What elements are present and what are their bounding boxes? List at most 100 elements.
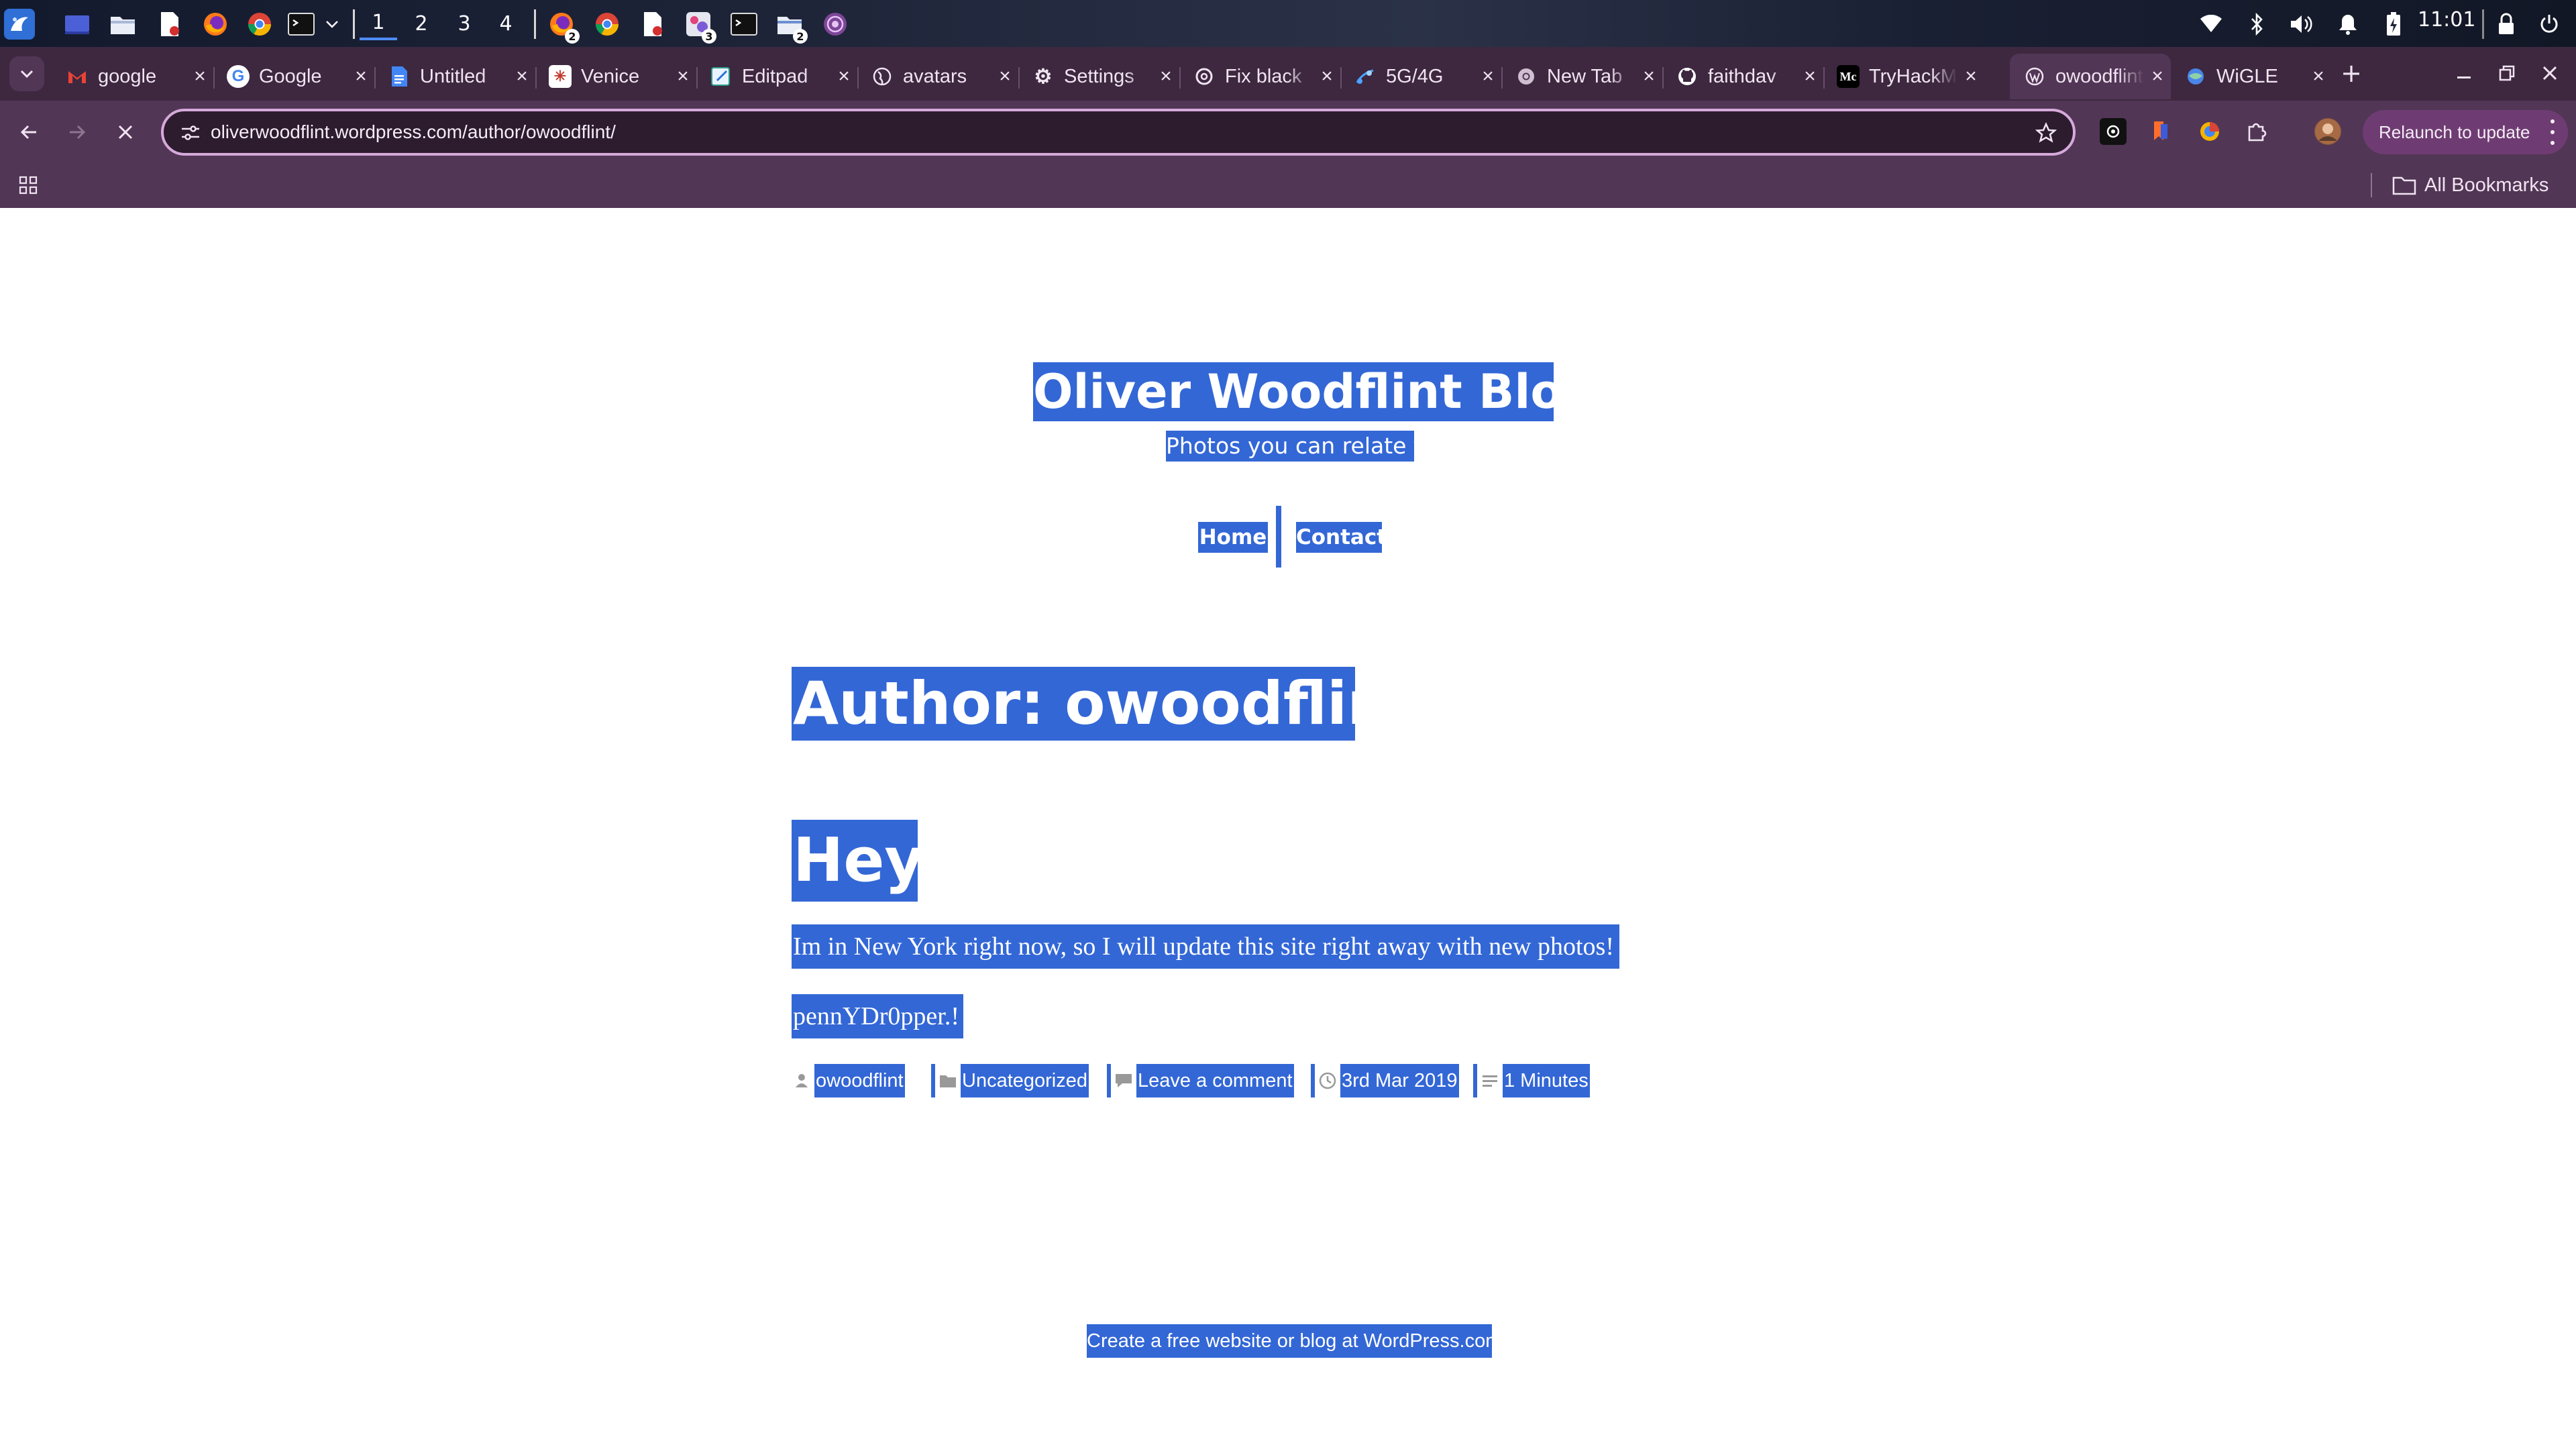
new-tab-button[interactable]: +	[2334, 56, 2368, 90]
footer-credit-link[interactable]: Create a free website or blog at WordPre…	[1087, 1324, 1507, 1358]
close-icon[interactable]: ×	[508, 65, 535, 88]
clock[interactable]: 11:01	[2418, 8, 2475, 32]
post-paragraph: pennYDr0pper.!	[792, 994, 963, 1038]
github-icon	[1676, 65, 1699, 88]
wifi-icon[interactable]	[2198, 11, 2224, 38]
minimize-icon[interactable]	[2447, 56, 2481, 90]
tab-editpad[interactable]: Editpad ×	[696, 54, 857, 99]
taskbar-tor-browser[interactable]	[820, 9, 851, 40]
profile-avatar-icon[interactable]	[2314, 118, 2341, 145]
extension-ai-icon[interactable]	[2100, 118, 2127, 145]
tab-title: Fix black	[1225, 65, 1302, 87]
post-date-link[interactable]: 3rd Mar 2019	[1340, 1064, 1459, 1097]
extension-bookmark-icon[interactable]	[2147, 118, 2174, 145]
apps-grid-icon[interactable]	[13, 170, 43, 200]
chevron-down-icon[interactable]	[321, 9, 343, 40]
tab-google-docs[interactable]: Untitled ×	[374, 54, 535, 99]
close-icon[interactable]: ×	[1474, 65, 1501, 88]
back-button[interactable]	[11, 114, 47, 150]
close-icon[interactable]	[2533, 56, 2567, 90]
folder-icon	[2392, 176, 2416, 195]
volume-icon[interactable]	[2288, 11, 2314, 38]
taskbar-terminal[interactable]	[729, 9, 759, 40]
arrow-left-icon	[20, 125, 36, 140]
restore-icon[interactable]	[2490, 56, 2524, 90]
all-bookmarks-button[interactable]: All Bookmarks	[2392, 170, 2548, 200]
close-icon[interactable]: ×	[1152, 65, 1179, 88]
tab-settings[interactable]: ⚙ Settings ×	[1018, 54, 1179, 99]
url-text[interactable]: oliverwoodflint.wordpress.com/author/owo…	[211, 121, 616, 143]
tab-5g-4g[interactable]: 5G/4G ×	[1340, 54, 1501, 99]
tab-new-tab[interactable]: New Tab ×	[1501, 54, 1662, 99]
relaunch-to-update-button[interactable]: Relaunch to update	[2363, 110, 2568, 154]
taskbar-file-manager[interactable]: 2	[774, 9, 808, 44]
post-meta-comments[interactable]: Leave a comment	[1107, 1064, 1294, 1097]
google-icon: G	[227, 65, 250, 88]
workspace-2[interactable]: 2	[402, 7, 440, 40]
tab-google[interactable]: G Google ×	[213, 54, 374, 99]
extensions-puzzle-icon[interactable]	[2243, 118, 2270, 145]
stop-loading-button[interactable]	[107, 114, 144, 150]
lock-icon[interactable]	[2493, 11, 2520, 38]
bookmarks-separator	[2371, 173, 2372, 197]
close-icon[interactable]: ×	[1635, 65, 1662, 88]
tab-gmail[interactable]: google ×	[52, 54, 213, 99]
tab-github[interactable]: faithdav ×	[1662, 54, 1823, 99]
site-info-icon[interactable]	[177, 119, 204, 146]
close-icon[interactable]: ×	[2305, 65, 2332, 88]
taskbar-chrome[interactable]	[592, 9, 623, 40]
bookmark-star-icon[interactable]	[2033, 119, 2059, 146]
window-count-badge: 2	[565, 29, 580, 44]
close-icon[interactable]: ×	[669, 65, 696, 88]
app-launcher-icon[interactable]	[4, 9, 35, 40]
post-author-link[interactable]: owoodflint	[814, 1064, 905, 1097]
address-bar[interactable]: oliverwoodflint.wordpress.com/author/owo…	[161, 109, 2076, 156]
firefox-icon[interactable]	[200, 9, 231, 40]
medium-icon: Mc	[1837, 65, 1860, 88]
extension-color-icon[interactable]	[2196, 118, 2223, 145]
workspace-4[interactable]: 4	[487, 7, 525, 40]
taskbar-firefox[interactable]: 2	[546, 9, 580, 44]
post-category-link[interactable]: Uncategorized	[961, 1064, 1089, 1097]
tab-owoodflint-active[interactable]: owoodflint ×	[2010, 54, 2171, 99]
tab-tryhackme[interactable]: Mc TryHackMe ×	[1823, 54, 1984, 99]
post-meta-date[interactable]: 3rd Mar 2019	[1311, 1064, 1459, 1097]
taskbar-image-viewer[interactable]: 3	[683, 9, 716, 44]
power-icon[interactable]	[2536, 11, 2563, 38]
tab-avatars[interactable]: avatars ×	[857, 54, 1018, 99]
os-top-panel: 1 2 3 4 2 3 2 11:01	[0, 0, 2576, 47]
nav-link-contact[interactable]: Contact	[1296, 522, 1387, 553]
nav-link-home[interactable]: Home	[1198, 522, 1268, 553]
close-icon[interactable]: ×	[991, 65, 1018, 88]
notifications-icon[interactable]	[2334, 11, 2361, 38]
tab-fix-black[interactable]: Fix black ×	[1179, 54, 1340, 99]
post-meta-category[interactable]: Uncategorized	[931, 1064, 1089, 1097]
desktop-icon[interactable]	[62, 9, 93, 40]
close-icon[interactable]: ×	[830, 65, 857, 88]
browser-tab-strip: google × G Google × Untitled × ✳ Venice …	[0, 47, 2576, 101]
leave-comment-link[interactable]: Leave a comment	[1136, 1064, 1294, 1097]
post-meta-author[interactable]: owoodflint	[792, 1064, 905, 1097]
tab-title: Venice	[581, 65, 640, 87]
file-manager-icon[interactable]	[107, 9, 138, 40]
terminal-icon[interactable]	[286, 9, 317, 40]
document-viewer-icon[interactable]	[154, 9, 185, 40]
tab-venice[interactable]: ✳ Venice ×	[535, 54, 696, 99]
site-title[interactable]: Oliver Woodflint Blog	[1033, 362, 1597, 421]
bluetooth-icon[interactable]	[2243, 11, 2270, 38]
forward-button[interactable]	[59, 114, 95, 150]
workspace-3[interactable]: 3	[445, 7, 483, 40]
close-icon[interactable]: ×	[2144, 65, 2171, 88]
battery-charging-icon[interactable]	[2380, 11, 2407, 38]
chrome-icon[interactable]	[244, 9, 275, 40]
close-icon[interactable]: ×	[1957, 65, 1984, 88]
close-icon[interactable]: ×	[186, 65, 213, 88]
taskbar-document-viewer[interactable]	[637, 9, 668, 40]
close-icon[interactable]: ×	[1313, 65, 1340, 88]
post-title[interactable]: Hey	[792, 820, 924, 902]
tab-search-button[interactable]	[9, 56, 44, 91]
tab-wigle[interactable]: WiGLE ×	[2171, 54, 2332, 99]
close-icon[interactable]: ×	[1796, 65, 1823, 88]
workspace-1[interactable]: 1	[360, 7, 397, 40]
close-icon[interactable]: ×	[347, 65, 374, 88]
